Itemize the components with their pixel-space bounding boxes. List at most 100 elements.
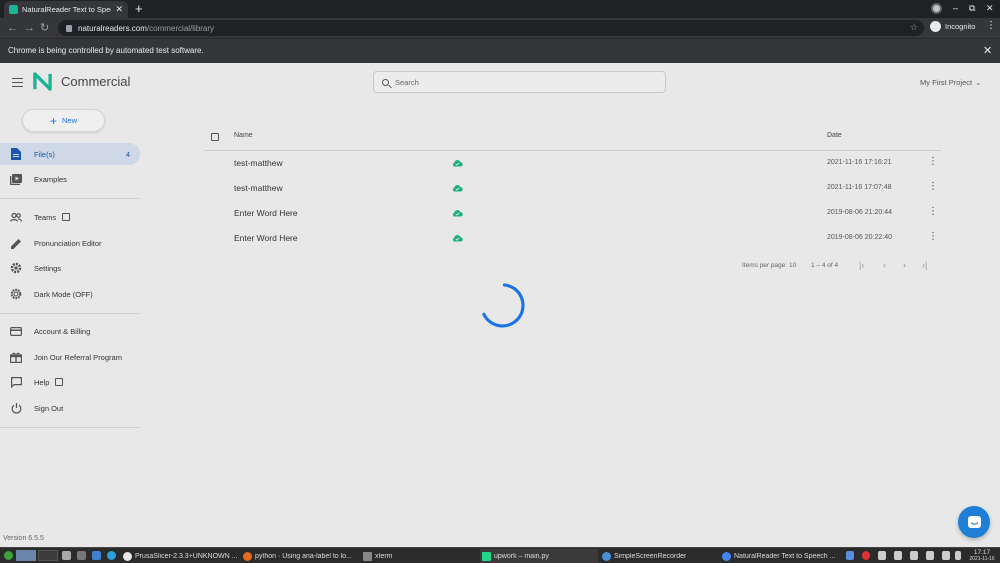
support-chat-button[interactable] xyxy=(958,506,990,538)
forward-arrow-icon[interactable]: → xyxy=(24,21,35,35)
last-page-icon[interactable]: ›| xyxy=(922,260,927,270)
file-date: 2019-08-06 21:20:44 xyxy=(827,209,892,216)
previous-page-icon[interactable]: ‹ xyxy=(883,260,886,270)
pencil-icon xyxy=(10,237,22,249)
sidebar-item-dark-mode[interactable]: Dark Mode (OFF) xyxy=(0,283,140,305)
bluetooth-tray-icon[interactable] xyxy=(846,551,854,560)
taskbar-task-label: NaturalReader Text to Speech ... xyxy=(734,552,836,560)
sidebar-item-settings[interactable]: Settings xyxy=(0,257,140,279)
taskbar-clock[interactable]: 17:17 2021-11-16 xyxy=(966,549,998,563)
clipboard-tray-icon[interactable] xyxy=(878,551,886,560)
browser-menu-icon[interactable]: ⋮ xyxy=(986,20,996,31)
lock-icon xyxy=(66,24,72,32)
terminal-launcher-icon[interactable] xyxy=(77,551,86,560)
restore-button[interactable]: ⧉ xyxy=(969,2,975,15)
show-desktop-icon[interactable] xyxy=(62,551,71,560)
row-more-icon[interactable]: ⋮ xyxy=(928,207,938,217)
incognito-indicator[interactable]: Incognito xyxy=(930,21,975,32)
chat-icon xyxy=(10,376,22,388)
tab-title: NaturalReader Text to Speech xyxy=(22,5,111,14)
column-header-name[interactable]: Name xyxy=(234,132,253,139)
project-label: My First Project xyxy=(920,78,973,87)
battery-tray-icon[interactable] xyxy=(926,551,934,560)
gift-icon xyxy=(10,351,22,363)
url-host: naturalreaders.com xyxy=(78,23,147,33)
window-close-button[interactable]: ✕ xyxy=(986,2,994,15)
row-more-icon[interactable]: ⋮ xyxy=(928,182,938,192)
tab-close-icon[interactable]: ✕ xyxy=(115,5,123,14)
file-icon xyxy=(10,148,22,160)
file-name[interactable]: test-matthew xyxy=(234,158,283,168)
reload-icon[interactable]: ↻ xyxy=(40,21,49,35)
brand-title: Commercial xyxy=(61,74,131,89)
bookmark-star-icon[interactable]: ☆ xyxy=(910,22,918,33)
sidebar-item-label: Examples xyxy=(34,174,67,184)
notification-tray-icon[interactable] xyxy=(862,551,870,560)
sidebar-item-label: Teams xyxy=(34,212,57,222)
column-header-date[interactable]: Date xyxy=(827,132,842,139)
browser-profile-icon[interactable] xyxy=(931,3,942,14)
sidebar-item-examples[interactable]: Examples xyxy=(0,168,140,190)
taskbar-task[interactable]: upwork – main.py xyxy=(480,549,598,563)
taskbar-task[interactable]: NaturalReader Text to Speech ... xyxy=(720,549,838,563)
sidebar-item-referral[interactable]: Join Our Referral Program xyxy=(0,346,140,368)
external-link-icon xyxy=(55,378,64,386)
file-name[interactable]: Enter Word Here xyxy=(234,233,298,243)
telegram-launcher-icon[interactable] xyxy=(107,551,116,560)
new-tab-button[interactable]: + xyxy=(135,1,143,16)
browser-tab-strip: NaturalReader Text to Speech ✕ + – ⧉ ✕ xyxy=(0,0,1000,18)
external-link-icon xyxy=(62,213,71,221)
files-launcher-icon[interactable] xyxy=(92,551,101,560)
search-placeholder: Search xyxy=(395,77,419,87)
network-tray-icon[interactable] xyxy=(942,551,950,560)
tray-expand-icon[interactable] xyxy=(955,551,961,560)
first-page-icon[interactable]: |‹ xyxy=(859,260,864,270)
table-row[interactable]: Enter Word Here 2019-08-06 21:20:44 ⋮ xyxy=(204,201,941,226)
taskbar-task-label: python · Using aria-label to lo... xyxy=(255,552,352,560)
prusaslicer-icon xyxy=(123,551,132,561)
incognito-label: Incognito xyxy=(945,22,976,31)
start-menu-icon[interactable] xyxy=(4,551,13,560)
workspace-1[interactable] xyxy=(16,550,36,561)
xterm-icon xyxy=(363,551,372,561)
row-more-icon[interactable]: ⋮ xyxy=(928,157,938,167)
sidebar-item-label: File(s) xyxy=(34,149,55,159)
back-arrow-icon[interactable]: ← xyxy=(7,21,18,35)
table-row[interactable]: Enter Word Here 2019-08-06 20:22:40 ⋮ xyxy=(204,226,941,251)
new-button[interactable]: + New xyxy=(22,109,105,132)
sidebar-item-sign-out[interactable]: Sign Out xyxy=(0,397,140,419)
table-header: Name Date xyxy=(204,124,941,151)
browser-tab[interactable]: NaturalReader Text to Speech ✕ xyxy=(4,1,128,18)
project-selector[interactable]: My First Project ⌄ xyxy=(920,78,981,87)
taskbar-task[interactable]: xterm xyxy=(361,549,479,563)
workspace-2[interactable] xyxy=(38,550,58,561)
select-all-checkbox[interactable] xyxy=(211,133,219,141)
taskbar-task[interactable]: SimpleScreenRecorder xyxy=(600,549,718,563)
people-icon xyxy=(10,211,22,223)
next-page-icon[interactable]: › xyxy=(903,260,906,270)
hamburger-menu-icon[interactable] xyxy=(12,78,23,87)
file-name[interactable]: Enter Word Here xyxy=(234,208,298,218)
items-per-page-select[interactable]: Items per page: 10 xyxy=(742,262,796,269)
sidebar-item-teams[interactable]: Teams xyxy=(0,206,140,228)
sidebar-item-account-billing[interactable]: Account & Billing xyxy=(0,320,140,342)
sidebar-divider xyxy=(0,427,140,428)
new-button-label: New xyxy=(62,116,78,125)
sidebar-item-files[interactable]: File(s) 4 xyxy=(0,143,140,165)
sidebar-item-pronunciation-editor[interactable]: Pronunciation Editor xyxy=(0,232,140,254)
minimize-button[interactable]: – xyxy=(953,2,958,15)
sidebar-item-help[interactable]: Help xyxy=(0,371,140,393)
taskbar-task[interactable]: PrusaSlicer-2.3.3+UNKNOWN ... xyxy=(121,549,239,563)
search-input[interactable]: Search xyxy=(373,71,666,93)
address-bar[interactable]: naturalreaders.com/commercial/library ☆ xyxy=(58,20,924,36)
row-more-icon[interactable]: ⋮ xyxy=(928,232,938,242)
file-date: 2021-11-16 17:16:21 xyxy=(827,159,892,166)
infobar-close-icon[interactable]: ✕ xyxy=(983,44,992,57)
bluetooth-status-icon[interactable] xyxy=(910,551,918,560)
table-row[interactable]: test-matthew 2021-11-16 17:16:21 ⋮ xyxy=(204,151,941,176)
file-name[interactable]: test-matthew xyxy=(234,183,283,193)
os-taskbar: PrusaSlicer-2.3.3+UNKNOWN ... python · U… xyxy=(0,547,1000,563)
table-row[interactable]: test-matthew 2021-11-16 17:07:48 ⋮ xyxy=(204,176,941,201)
volume-tray-icon[interactable] xyxy=(894,551,902,560)
taskbar-task[interactable]: python · Using aria-label to lo... xyxy=(241,549,359,563)
